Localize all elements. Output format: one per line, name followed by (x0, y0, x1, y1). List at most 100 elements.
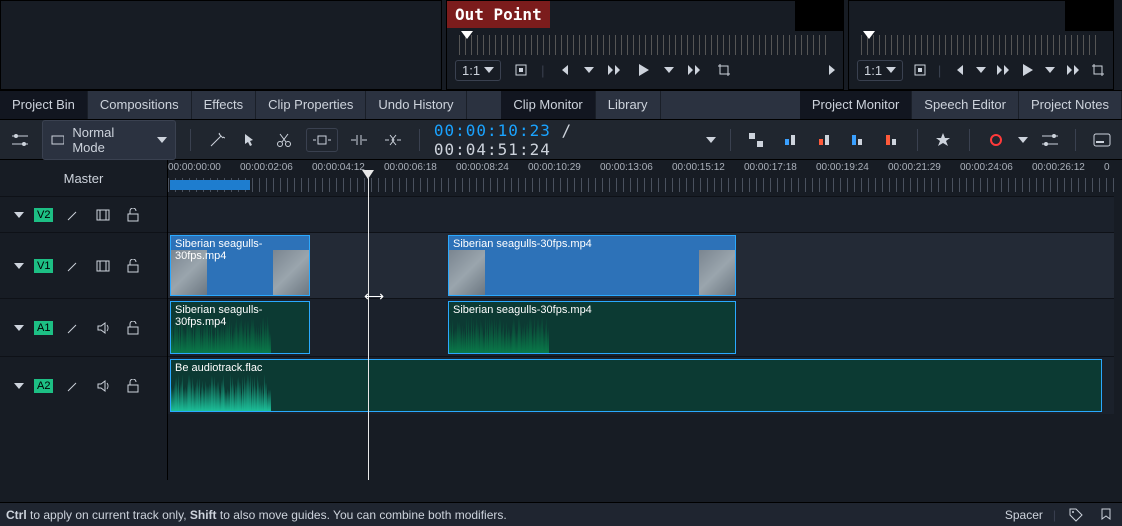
magic-wand-icon[interactable] (205, 128, 229, 152)
marker-type-3-icon[interactable] (812, 128, 836, 152)
timeline-ruler[interactable]: 00:00:00:0000:00:02:0600:00:04:1200:00:0… (168, 160, 1114, 196)
collapse-icon[interactable] (14, 263, 24, 269)
audio-clip[interactable]: Be audiotrack.flac (170, 359, 1102, 412)
spacer-tool-icon[interactable] (306, 128, 338, 152)
timeline-body[interactable]: 00:00:00:0000:00:02:0600:00:04:1200:00:0… (168, 160, 1114, 480)
audio-clip[interactable]: Siberian seagulls-30fps.mp4 (170, 301, 310, 354)
track-header-a1[interactable]: A1 (0, 298, 167, 356)
master-label[interactable]: Master (0, 160, 167, 196)
record-menu-icon[interactable] (1018, 137, 1028, 143)
mixer-icon[interactable] (1038, 128, 1062, 152)
track-header-v1[interactable]: V1 (0, 232, 167, 298)
clip-monitor-viewport (795, 1, 843, 31)
razor-icon[interactable] (272, 128, 296, 152)
track-header-a2[interactable]: A2 (0, 356, 167, 414)
tab-project-notes[interactable]: Project Notes (1019, 91, 1122, 119)
tag-icon[interactable] (1066, 505, 1086, 525)
ruler-tick: 00:00:04:12 (312, 162, 365, 173)
clip-monitor-playhead[interactable] (461, 31, 473, 39)
timecode-display[interactable]: 00:00:10:23 / 00:04:51:24 (434, 121, 696, 159)
tab-clip-monitor[interactable]: Clip Monitor (501, 91, 595, 119)
collapse-icon[interactable] (14, 325, 24, 331)
project-monitor-viewport (1065, 1, 1113, 31)
insert-icon[interactable] (348, 128, 372, 152)
timeline: Master V2 V1 A1 A2 (0, 160, 1122, 480)
collapse-icon[interactable] (14, 212, 24, 218)
tab-speech-editor[interactable]: Speech Editor (912, 91, 1019, 119)
proj-crop-icon[interactable] (1090, 60, 1105, 80)
play-menu-icon[interactable] (664, 67, 674, 73)
wand-icon[interactable] (63, 376, 83, 396)
ruler-tick: 00:00:02:06 (240, 162, 293, 173)
track-lane-a1[interactable]: Siberian seagulls-30fps.mp4 Siberian sea… (168, 298, 1114, 356)
ruler-tick: 00:00:10:29 (528, 162, 581, 173)
timecode-separator: / (561, 121, 572, 140)
tab-clip-properties[interactable]: Clip Properties (256, 91, 366, 119)
overwrite-icon[interactable] (381, 128, 405, 152)
proj-rewind-start-icon[interactable] (951, 60, 966, 80)
ruler-tick: 00:00:26:12 (1032, 162, 1085, 173)
frame-icon[interactable] (93, 256, 113, 276)
rewind-menu-icon[interactable] (584, 67, 594, 73)
timecode-menu-icon[interactable] (706, 137, 716, 143)
subtitle-icon[interactable] (1090, 128, 1114, 152)
tab-library[interactable]: Library (596, 91, 661, 119)
track-label: V1 (34, 259, 53, 273)
video-clip[interactable]: Siberian seagulls-30fps.mp4 (448, 235, 736, 296)
video-clip[interactable]: Siberian seagulls-30fps.mp4 (170, 235, 310, 296)
pointer-icon[interactable] (238, 128, 262, 152)
step-fwd-icon[interactable] (684, 60, 704, 80)
track-lane-a2[interactable]: Be audiotrack.flac (168, 356, 1114, 414)
clip-zoom-selector[interactable]: 1:1 (455, 60, 501, 81)
marker-type-1-icon[interactable] (745, 128, 769, 152)
marker-type-5-icon[interactable] (879, 128, 903, 152)
proj-play-menu-icon[interactable] (1045, 67, 1055, 73)
marker-icon[interactable] (1096, 505, 1116, 525)
proj-zone-toggle-icon[interactable] (913, 60, 928, 80)
tab-project-monitor[interactable]: Project Monitor (800, 91, 912, 119)
proj-rewind-menu-icon[interactable] (976, 67, 986, 73)
tab-undo-history[interactable]: Undo History (366, 91, 466, 119)
lock-icon[interactable] (123, 376, 143, 396)
frame-icon[interactable] (93, 205, 113, 225)
collapse-icon[interactable] (14, 383, 24, 389)
lock-icon[interactable] (123, 205, 143, 225)
timeline-playhead[interactable] (368, 178, 369, 480)
wand-icon[interactable] (63, 205, 83, 225)
track-lane-v2[interactable] (168, 196, 1114, 232)
track-lane-v1[interactable]: Siberian seagulls-30fps.mp4 Siberian sea… (168, 232, 1114, 298)
edit-mode-label: Normal Mode (72, 125, 148, 155)
step-back-icon[interactable] (604, 60, 624, 80)
mute-icon[interactable] (93, 376, 113, 396)
zone-toggle-icon[interactable] (511, 60, 531, 80)
marker-type-4-icon[interactable] (845, 128, 869, 152)
lock-icon[interactable] (123, 256, 143, 276)
project-monitor-ruler[interactable] (861, 35, 1101, 55)
audio-clip[interactable]: Siberian seagulls-30fps.mp4 (448, 301, 736, 354)
clip-more-icon[interactable] (829, 65, 835, 75)
proj-play-icon[interactable] (1021, 60, 1036, 80)
tab-effects[interactable]: Effects (192, 91, 257, 119)
settings-icon[interactable] (8, 128, 32, 152)
favorite-icon[interactable] (932, 128, 956, 152)
tab-project-bin[interactable]: Project Bin (0, 91, 88, 119)
tab-compositions[interactable]: Compositions (88, 91, 192, 119)
lock-icon[interactable] (123, 318, 143, 338)
track-header-v2[interactable]: V2 (0, 196, 167, 232)
edit-mode-selector[interactable]: Normal Mode (42, 120, 176, 160)
timeline-zone[interactable] (170, 180, 250, 190)
proj-zoom-selector[interactable]: 1:1 (857, 60, 903, 81)
proj-step-back-icon[interactable] (996, 60, 1011, 80)
rewind-start-icon[interactable] (554, 60, 574, 80)
proj-step-fwd-icon[interactable] (1065, 60, 1080, 80)
record-icon[interactable] (984, 128, 1008, 152)
project-monitor-playhead[interactable] (863, 31, 875, 39)
mute-icon[interactable] (93, 318, 113, 338)
clip-monitor-ruler[interactable] (459, 35, 831, 55)
play-icon[interactable] (634, 60, 654, 80)
ruler-tick: 00:00:24:06 (960, 162, 1013, 173)
marker-type-2-icon[interactable] (778, 128, 802, 152)
wand-icon[interactable] (63, 318, 83, 338)
wand-icon[interactable] (63, 256, 83, 276)
crop-icon[interactable] (714, 60, 734, 80)
